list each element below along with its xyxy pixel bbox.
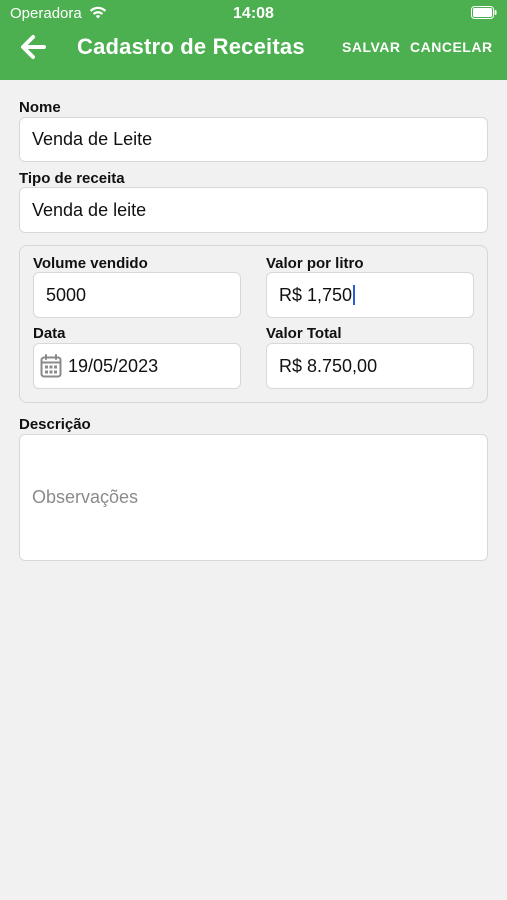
tipo-receita-value: Venda de leite [32,199,147,220]
nome-value: Venda de Leite [32,129,153,149]
tipo-receita-input[interactable]: Venda de leite [19,187,488,233]
descricao-label: Descrição [19,416,91,433]
nome-input[interactable]: Venda de Leite [19,117,488,162]
save-button[interactable]: SALVAR [342,39,400,55]
volume-input[interactable]: 5000 [33,272,241,318]
app-header: Operadora 14:08 Cadastro de Receitas SAL… [0,0,507,80]
data-value: 19/05/2023 [68,355,159,376]
valor-litro-value: R$ 1,750 [279,284,353,305]
data-input[interactable]: 19/05/2023 [33,343,241,389]
valor-litro-label: Valor por litro [266,255,364,272]
volume-value: 5000 [46,284,87,305]
valor-litro-input[interactable]: R$ 1,750 [266,272,474,318]
cancel-button[interactable]: CANCELAR [410,39,493,55]
descricao-textarea[interactable]: Observações [19,434,488,561]
calendar-icon [40,354,62,378]
status-bar: Operadora 14:08 [0,0,507,28]
valor-total-label: Valor Total [266,325,342,342]
status-time: 14:08 [233,5,274,22]
text-cursor [353,285,356,305]
valor-total-value: R$ 8.750,00 [279,355,378,376]
arrow-left-icon[interactable] [16,30,50,64]
data-label: Data [33,325,66,342]
volume-label: Volume vendido [33,255,148,272]
tipo-receita-label: Tipo de receita [19,170,125,187]
descricao-placeholder: Observações [32,487,139,507]
valor-total-input[interactable]: R$ 8.750,00 [266,343,474,389]
page-title: Cadastro de Receitas [77,34,305,59]
battery-icon [471,6,497,19]
nome-label: Nome [19,99,61,116]
